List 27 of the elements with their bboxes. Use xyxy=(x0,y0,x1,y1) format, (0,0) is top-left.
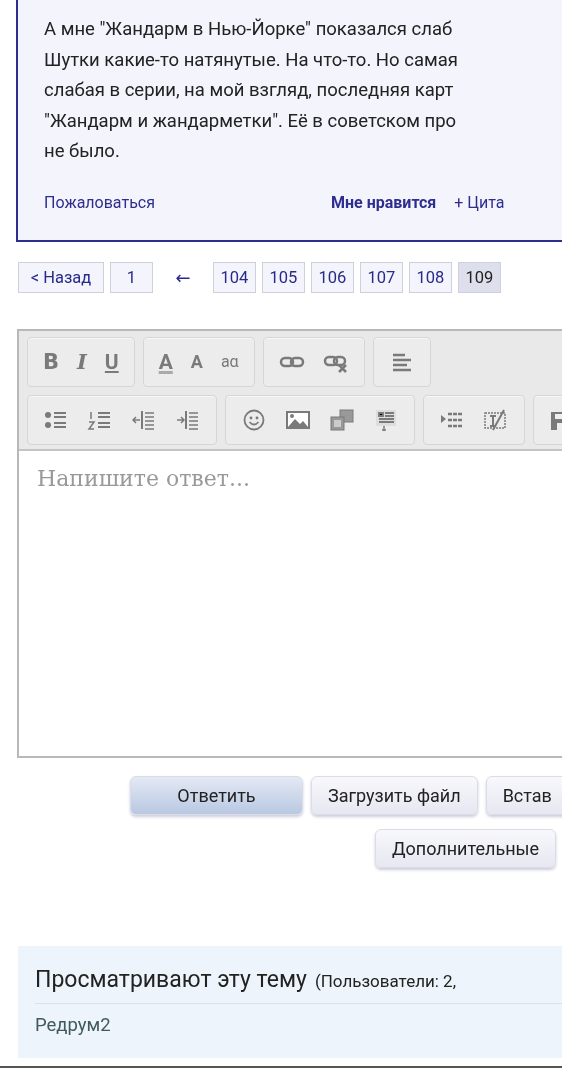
like-link[interactable]: Мне нравится xyxy=(331,192,437,212)
page-button[interactable]: 106 xyxy=(311,261,354,293)
page-button[interactable]: 105 xyxy=(262,261,305,293)
underline-button[interactable]: U xyxy=(95,341,128,382)
page-button[interactable]: 104 xyxy=(213,261,256,293)
reply-button[interactable]: Ответить xyxy=(130,775,303,815)
page-button[interactable]: 107 xyxy=(360,261,403,293)
quote-link[interactable]: + Цита xyxy=(454,192,505,212)
report-link[interactable]: Пожаловаться xyxy=(44,192,155,212)
user-link[interactable]: Редрум2 xyxy=(35,1014,111,1036)
page-button[interactable]: 109 xyxy=(458,261,501,293)
italic-button[interactable]: I xyxy=(68,341,96,382)
viewers-count: (Пользователи: 2, xyxy=(314,971,457,991)
viewers-title: Просматривают эту тему xyxy=(35,966,307,993)
font-size-button[interactable]: A xyxy=(181,341,212,382)
reply-input[interactable]: Напишите ответ... xyxy=(35,464,562,492)
bold-button[interactable]: B xyxy=(34,341,68,382)
page-button[interactable]: 108 xyxy=(409,261,452,293)
font-color-button[interactable]: A xyxy=(149,341,182,382)
action-button[interactable]: Встав xyxy=(485,775,562,815)
translit-button[interactable]: aα xyxy=(211,341,248,382)
action-button[interactable]: Загрузить файл xyxy=(311,775,478,815)
arrow-separator: ← xyxy=(174,266,192,288)
post-text: А мне "Жандарм в Нью-Йорке" показался слаб Шутки какие-то натянутые. На что-то. Но самая слабая в серии, на мой взгляд, последняя карт "Жандарм и жандарметки". Её в советском про не было. xyxy=(44,17,459,164)
back-button[interactable]: < Назад xyxy=(18,261,104,293)
page-button[interactable]: 1 xyxy=(110,261,153,293)
action-button[interactable]: Дополнительные xyxy=(375,828,557,868)
